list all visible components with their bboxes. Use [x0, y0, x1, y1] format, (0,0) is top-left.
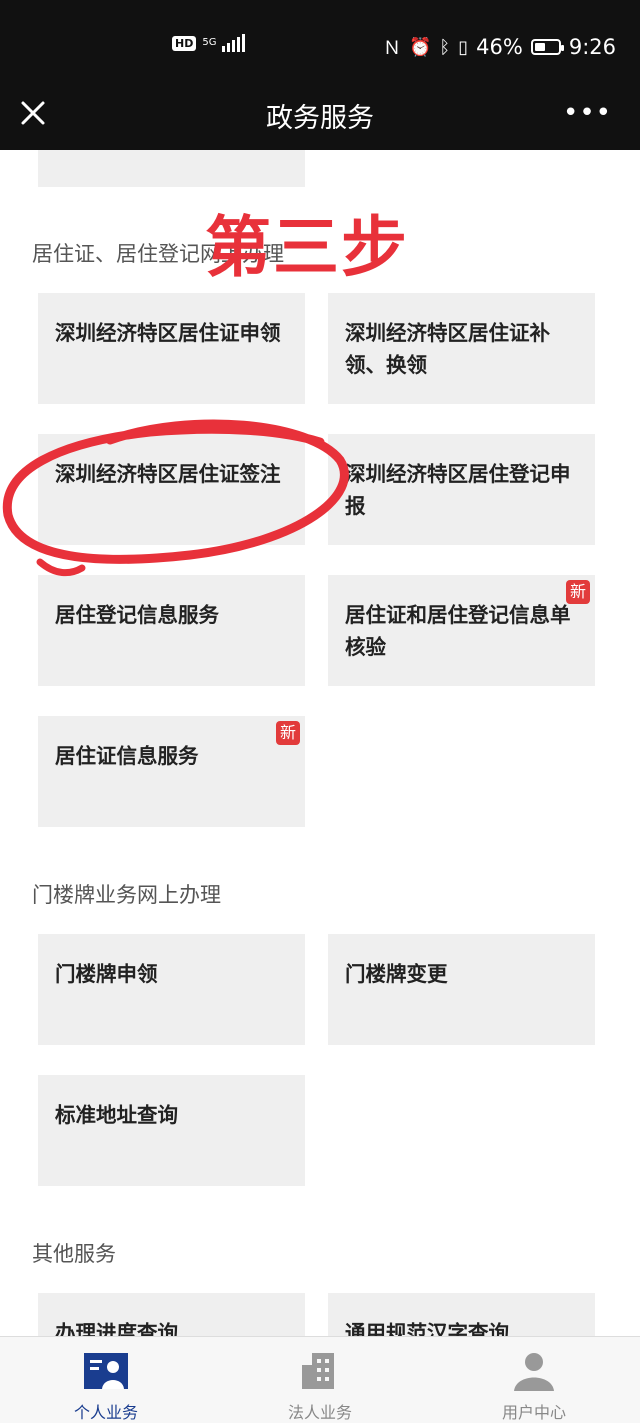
- tile-label: 通用规范汉字查询: [345, 1321, 509, 1336]
- tile-doorplate-change[interactable]: 门楼牌变更: [328, 934, 595, 1045]
- bluetooth-icon: ᛒ: [439, 36, 451, 58]
- signal-icon: [222, 34, 246, 52]
- battery-icon: [530, 39, 564, 55]
- page-title: 政务服务: [266, 103, 374, 134]
- tab-user-center[interactable]: 用户中心: [434, 1337, 634, 1423]
- tab-label: 法人业务: [287, 1403, 352, 1422]
- tile-address-query[interactable]: 标准地址查询: [38, 1075, 305, 1186]
- battery-percent: 46%: [476, 35, 523, 59]
- building-icon: [302, 1353, 334, 1389]
- status-bar: HD 5G Ｎ ⏰ ᛒ ▯ 46% 9:26: [0, 0, 640, 76]
- battery-fill: [534, 43, 545, 51]
- tile-doorplate-apply[interactable]: 门楼牌申领: [38, 934, 305, 1045]
- user-icon: [514, 1353, 554, 1391]
- tile-label: 办理进度查询: [55, 1321, 178, 1336]
- tab-personal[interactable]: 个人业务: [6, 1337, 206, 1423]
- alarm-icon: ⏰: [409, 36, 432, 58]
- tile-label: 门楼牌申领: [55, 962, 158, 986]
- more-icon[interactable]: •••: [563, 98, 612, 128]
- network-type: 5G: [202, 37, 217, 48]
- tab-bar: 个人业务 法人业务 用户中心: [0, 1336, 640, 1423]
- clock: 9:26: [568, 35, 616, 59]
- network-indicators: HD 5G: [172, 34, 246, 52]
- system-indicators: Ｎ ⏰ ᛒ ▯ 46% 9:26: [383, 34, 616, 60]
- content-area: 居住证、居住登记网上办理 深圳经济特区居住证申领 深圳经济特区居住证补领、换领 …: [0, 150, 640, 1336]
- section-title-other: 其他服务: [32, 1242, 116, 1266]
- nfc-icon: Ｎ: [383, 38, 401, 59]
- tile-label: 标准地址查询: [55, 1103, 178, 1127]
- tab-corporate[interactable]: 法人业务: [220, 1337, 420, 1423]
- vibrate-icon: ▯: [458, 36, 469, 58]
- annotation-circle: [2, 419, 349, 577]
- hd-badge: HD: [172, 35, 197, 51]
- tile-character-query[interactable]: 通用规范汉字查询: [328, 1293, 595, 1336]
- tile-progress-query[interactable]: 办理进度查询: [38, 1293, 305, 1336]
- tile-label: 门楼牌变更: [345, 962, 448, 986]
- nav-bar: 政务服务 •••: [0, 76, 640, 150]
- tab-label: 个人业务: [73, 1403, 138, 1422]
- tab-label: 用户中心: [501, 1403, 566, 1422]
- person-card-icon: [84, 1353, 128, 1389]
- section-title-doorplate: 门楼牌业务网上办理: [32, 883, 221, 907]
